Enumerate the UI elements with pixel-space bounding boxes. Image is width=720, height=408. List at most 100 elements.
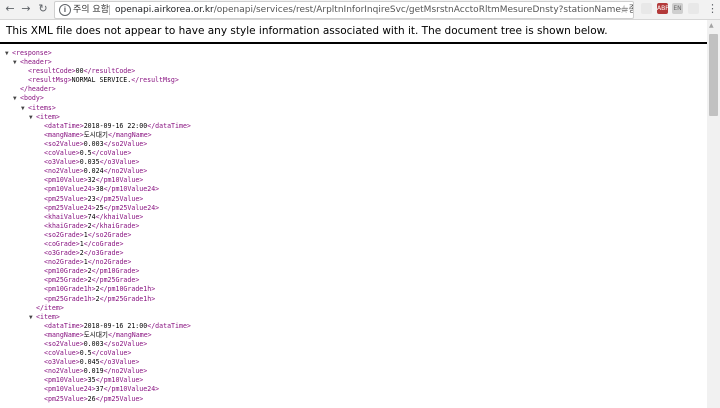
xml-line: <dataTime>2018-09-16 21:00</dataTime> <box>0 322 707 331</box>
address-bar[interactable]: i 주의 요함 openapi.airkorea.or.kr/openapi/s… <box>54 1 634 19</box>
xml-open-tag: <items> <box>28 103 56 112</box>
reload-icon[interactable]: ↻ <box>36 2 50 16</box>
xml-line: <khaiGrade>2</khaiGrade> <box>0 222 707 231</box>
scrollbar-thumb[interactable] <box>709 34 718 116</box>
xml-open-tag: <dataTime> <box>44 121 84 130</box>
xml-text-value: 0.019 <box>83 367 104 376</box>
collapse-triangle-icon[interactable]: ▼ <box>13 94 17 103</box>
xml-line: <dataTime>2018-09-16 22:00</dataTime> <box>0 122 707 131</box>
xml-text-value: 23 <box>87 194 96 203</box>
extension-puzzle-icon[interactable] <box>688 3 699 14</box>
xml-open-tag: <resultCode> <box>28 67 76 76</box>
xml-line: <pm25Value>26</pm25Value> <box>0 395 707 404</box>
xml-open-tag: <item> <box>36 312 60 321</box>
xml-open-tag: <pm25Grade1h> <box>44 294 96 303</box>
back-arrow-icon[interactable]: ← <box>3 2 17 16</box>
browser-toolbar: ← → ↻ i 주의 요함 openapi.airkorea.or.kr/ope… <box>0 0 720 20</box>
xml-text-value: 0.003 <box>83 340 104 348</box>
xml-line: <o3Value>0.035</o3Value> <box>0 158 707 167</box>
xml-text-value: 0.035 <box>79 158 100 167</box>
forward-arrow-icon[interactable]: → <box>19 2 33 16</box>
xml-text-value: NORMAL SERVICE. <box>71 76 132 85</box>
xml-open-tag: <so2Value> <box>44 340 84 348</box>
xml-text-value: 37 <box>95 385 104 394</box>
xml-line: ▼ <item> <box>0 313 707 322</box>
xml-close-tag: </no2Value> <box>103 167 148 176</box>
xml-close-tag: </mangName> <box>107 130 152 139</box>
xml-line: </header> <box>0 85 707 94</box>
collapse-triangle-icon[interactable]: ▼ <box>29 113 33 122</box>
xml-close-tag: </pm25Grade1h> <box>99 294 156 303</box>
xml-close-tag: </dataTime> <box>147 321 191 330</box>
xml-text-value: 2018-09-16 21:00 <box>83 321 148 330</box>
url-text[interactable]: openapi.airkorea.or.kr/openapi/services/… <box>115 2 633 18</box>
xml-open-tag: <dataTime> <box>44 321 84 330</box>
xml-open-tag: <mangName> <box>44 130 84 139</box>
xml-open-tag: </header> <box>20 85 56 94</box>
xml-close-tag: </khaiGrade> <box>91 221 140 230</box>
xml-close-tag: </coGrade> <box>83 239 124 248</box>
bookmark-star-icon[interactable]: ☆ <box>619 2 629 18</box>
xml-open-tag: <resultMsg> <box>28 76 72 85</box>
xml-text-value: 25 <box>95 203 104 212</box>
xml-line: ▼ <response> <box>0 49 707 58</box>
adblock-icon[interactable]: ABP <box>657 3 669 14</box>
xml-line: <coValue>0.5</coValue> <box>0 149 707 158</box>
xml-text-value: 35 <box>87 376 96 385</box>
xml-line: <no2Grade>1</no2Grade> <box>0 258 707 267</box>
xml-text-value: 0.003 <box>83 139 104 148</box>
xml-close-tag: </no2Value> <box>103 367 148 376</box>
collapse-triangle-icon[interactable]: ▼ <box>13 58 17 67</box>
url-separator <box>109 5 110 15</box>
info-icon[interactable]: i <box>59 4 71 16</box>
xml-close-tag: </resultMsg> <box>131 76 179 85</box>
translate-extension-icon[interactable]: EN <box>672 3 683 14</box>
xml-close-tag: </mangName> <box>107 330 152 339</box>
xml-info-message: This XML file does not appear to have an… <box>6 25 608 37</box>
xml-open-tag: <coGrade> <box>44 239 80 248</box>
extension-blank-icon[interactable] <box>641 3 652 14</box>
xml-line: <coValue>0.5</coValue> <box>0 349 707 358</box>
xml-close-tag: </pm10Grade> <box>91 267 140 276</box>
url-path: /openapi/services/rest/ArpltnInforInqire… <box>213 5 633 15</box>
xml-text-value: 74 <box>87 212 96 221</box>
xml-close-tag: </o3Grade> <box>83 249 124 258</box>
xml-open-tag: <pm25Value> <box>44 394 88 403</box>
xml-open-tag: <so2Grade> <box>44 230 84 239</box>
xml-open-tag: <no2Value> <box>44 167 84 176</box>
xml-open-tag: <pm25Value> <box>44 194 88 203</box>
xml-close-tag: </pm10Value> <box>95 176 144 185</box>
xml-close-tag: </pm10Value> <box>95 376 144 385</box>
xml-line: <so2Value>0.003</so2Value> <box>0 140 707 149</box>
xml-line: <pm10Grade1h>2</pm10Grade1h> <box>0 285 707 294</box>
scroll-up-arrow-icon[interactable]: ▲ <box>709 22 714 29</box>
collapse-triangle-icon[interactable]: ▼ <box>5 49 9 58</box>
xml-open-tag: <pm10Grade> <box>44 267 88 276</box>
xml-open-tag: <item> <box>36 112 60 121</box>
xml-open-tag: <coValue> <box>44 349 80 358</box>
vertical-scrollbar[interactable]: ▲ <box>707 20 720 408</box>
xml-close-tag: </pm10Value24> <box>103 385 160 394</box>
browser-menu-icon[interactable]: ⋮ <box>707 2 718 16</box>
xml-open-tag: <khaiValue> <box>44 212 88 221</box>
xml-line: <resultMsg>NORMAL SERVICE.</resultMsg> <box>0 76 707 85</box>
collapse-triangle-icon[interactable]: ▼ <box>21 104 25 113</box>
xml-close-tag: </so2Value> <box>103 139 148 148</box>
xml-close-tag: </so2Grade> <box>87 230 132 239</box>
collapse-triangle-icon[interactable]: ▼ <box>29 313 33 322</box>
xml-open-tag: <body> <box>20 94 44 103</box>
xml-close-tag: </pm10Grade1h> <box>99 285 156 294</box>
xml-line: </item> <box>0 304 707 313</box>
xml-open-tag: <coValue> <box>44 149 80 158</box>
xml-line: <pm10Value24>37</pm10Value24> <box>0 385 707 394</box>
xml-open-tag: <pm10Grade1h> <box>44 285 96 294</box>
xml-close-tag: </pm25Value> <box>95 394 144 403</box>
xml-line: <pm10Value24>38</pm10Value24> <box>0 185 707 194</box>
security-label[interactable]: 주의 요함 <box>73 2 109 18</box>
xml-line: ▼ <item> <box>0 113 707 122</box>
xml-close-tag: </resultCode> <box>83 67 136 76</box>
xml-open-tag: </item> <box>36 303 64 312</box>
xml-close-tag: </pm25Value> <box>95 194 144 203</box>
xml-open-tag: <so2Value> <box>44 139 84 148</box>
xml-line: <o3Value>0.045</o3Value> <box>0 358 707 367</box>
